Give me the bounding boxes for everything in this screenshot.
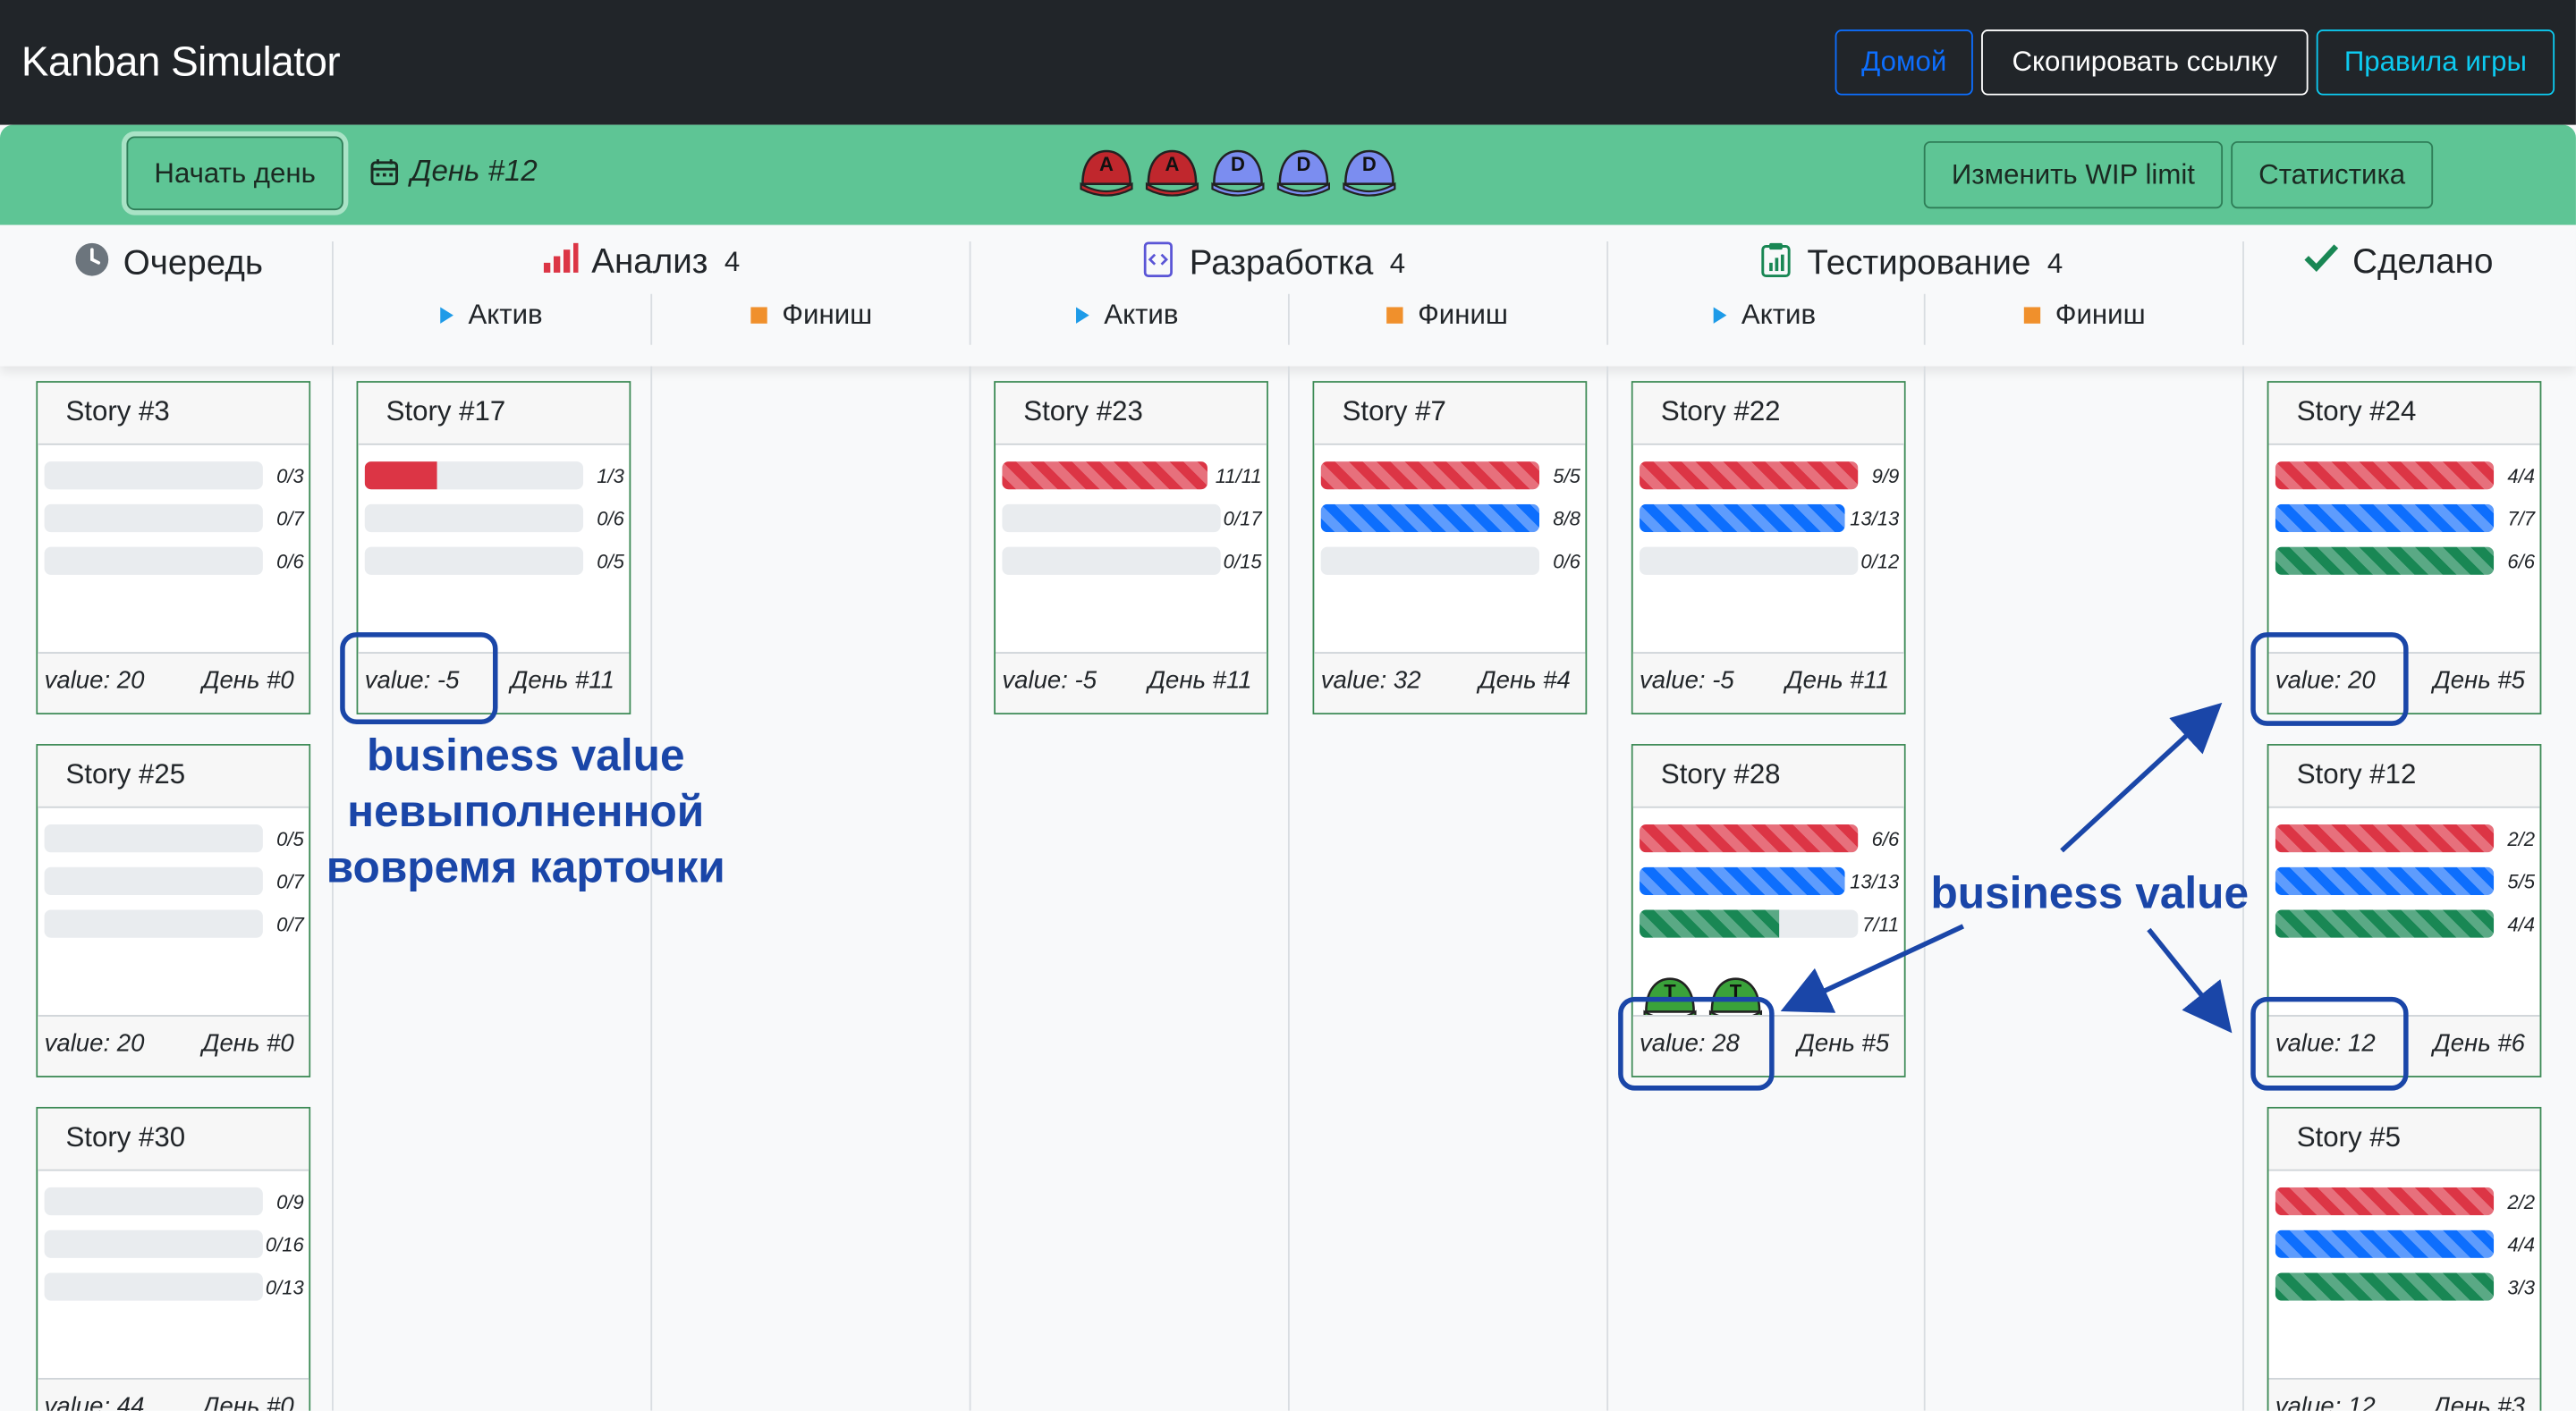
arrow-to-story-28 [1780,924,1965,1013]
arrow-to-story-24 [2060,702,2223,853]
app-root: Kanban Simulator Домой Скопировать ссылк… [0,0,2576,1411]
arrow-to-story-12 [2147,927,2233,1034]
annotation-arrows [1780,702,2233,1034]
